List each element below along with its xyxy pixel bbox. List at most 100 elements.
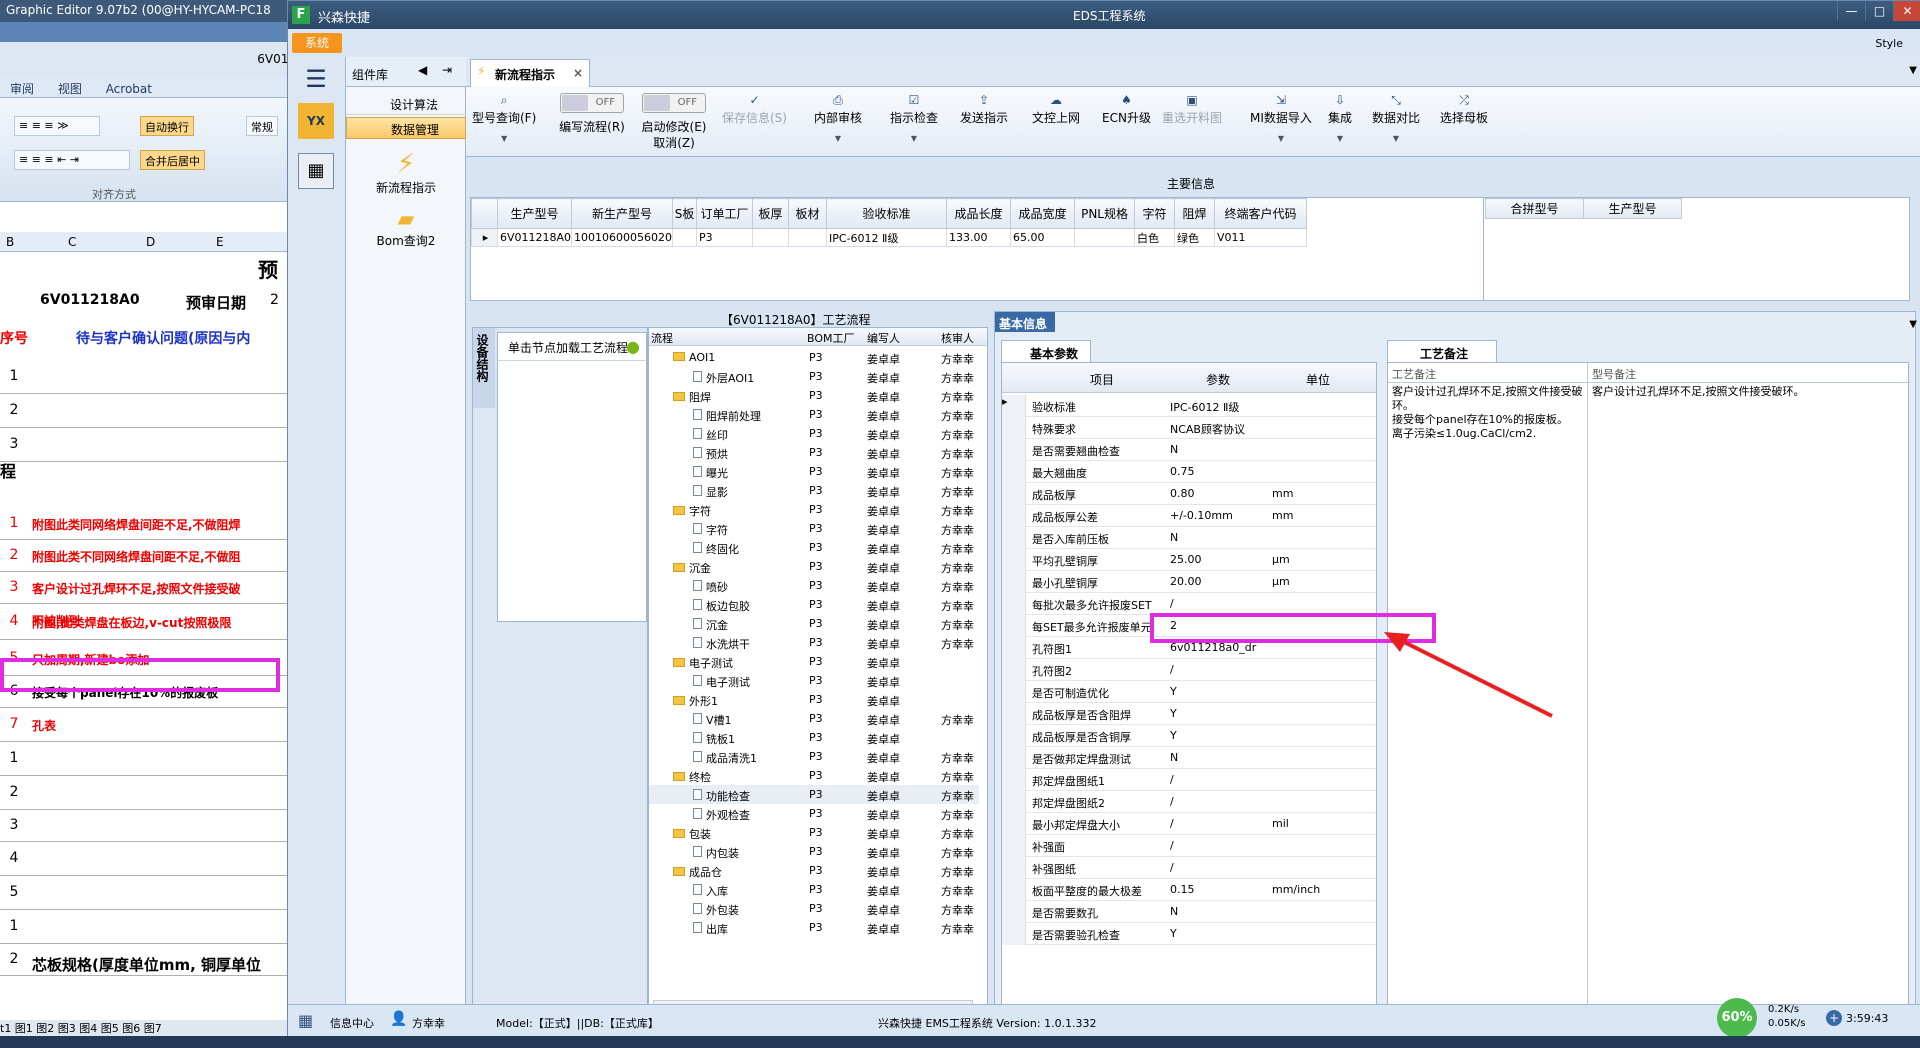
col-header[interactable]: 生产型号 [496,198,573,229]
col-header[interactable]: 板厚 [752,198,790,229]
tree-node[interactable]: 显影 [693,484,728,500]
col-header[interactable]: 成品宽度 [1010,198,1076,229]
param-value[interactable]: 0.15 [1170,883,1270,896]
tree-node[interactable]: V槽1 [693,712,732,728]
tree-row[interactable]: 成品仓 P3 姜卓卓 方幸幸 [649,861,979,880]
param-row[interactable]: 成品板厚 0.80 mm [1002,483,1376,505]
param-value[interactable]: / [1170,839,1270,852]
param-row[interactable]: 最小邦定焊盘大小 / mil [1002,813,1376,835]
tree-node[interactable]: 内包装 [693,845,739,861]
tree-node[interactable]: 板边包胶 [693,598,750,614]
chevron-down-icon[interactable]: ▼ [472,134,536,143]
chevron-down-icon[interactable]: ▼ [890,134,938,143]
param-row[interactable]: 孔符图2 / [1002,659,1376,681]
param-row[interactable]: 最小孔壁铜厚 20.00 μm [1002,571,1376,593]
main-info-cell[interactable] [1074,228,1136,247]
col-header[interactable]: 验收标准 [826,198,948,229]
param-value[interactable]: Y [1170,685,1270,698]
tree-node[interactable]: 包装 [673,826,711,842]
tree-row[interactable]: 功能检查 P3 姜卓卓 方幸幸 [649,785,979,804]
chevron-down-icon[interactable]: ▼ [1372,134,1420,143]
excel-row[interactable]: 3 [0,428,300,462]
param-row[interactable]: 补强面 / [1002,835,1376,857]
param-row[interactable]: 是否入库前压板 N [1002,527,1376,549]
tree-row[interactable]: 曝光 P3 姜卓卓 方幸幸 [649,462,979,481]
tree-row[interactable]: 入库 P3 姜卓卓 方幸幸 [649,880,979,899]
param-value[interactable]: N [1170,443,1270,456]
excel-tab-acrobat[interactable]: Acrobat [106,78,152,96]
excel-tab-view[interactable]: 视图 [58,76,82,97]
tree-node[interactable]: 水洗烘干 [693,636,750,652]
align-buttons-2[interactable]: ≡ ≡ ≡ ⇤ ⇥ [14,150,130,170]
param-row[interactable]: 特殊要求 NCAB顾客协议 [1002,417,1376,439]
toolbar-button-12[interactable]: ⤡ 数据对比 ▼ [1372,93,1420,143]
col-header[interactable]: 成品长度 [946,198,1012,229]
main-info-cell[interactable]: 白色 [1134,228,1176,247]
col-header[interactable]: 板材 [788,198,828,229]
nav-data-management[interactable]: 数据管理 [346,117,466,139]
tree-row[interactable]: 板边包胶 P3 姜卓卓 方幸幸 [649,595,979,614]
tree-row[interactable]: 沉金 P3 姜卓卓 方幸幸 [649,557,979,576]
col-header[interactable]: 订单工厂 [696,198,754,229]
toolbar-button-0[interactable]: ⌕ 型号查询(F) ▼ [472,93,536,143]
toolbar-button-9[interactable]: ▣ 重选开料图 [1162,93,1222,126]
yx-logo-icon[interactable]: YX [298,103,334,139]
toggle-switch[interactable]: OFF [560,93,624,113]
tab-dropdown-icon[interactable]: ▼ [1909,65,1917,76]
param-row[interactable]: 补强图纸 / [1002,857,1376,879]
main-info-cell[interactable]: 绿色 [1174,228,1216,247]
excel-row[interactable]: 5 [0,876,300,910]
tree-node[interactable]: 曝光 [693,465,728,481]
plus-icon[interactable]: + [1826,1010,1842,1026]
tree-node[interactable]: 阻焊 [673,389,711,405]
col-header[interactable]: S板 [672,198,698,229]
param-row[interactable]: 成品板厚是否含铜厚 Y [1002,725,1376,747]
tree-row[interactable]: 外包装 P3 姜卓卓 方幸幸 [649,899,979,918]
tree-node[interactable]: 喷砂 [693,579,728,595]
excel-sheet-tabs[interactable]: t1 图1 图2 图3 图4 图5 图6 图7 [0,1020,300,1036]
excel-row[interactable]: 1 [0,360,300,394]
excel-row[interactable]: 7 孔表 [0,708,300,742]
param-row[interactable]: 成品板厚公差 +/-0.10mm mm [1002,505,1376,527]
pin-icon[interactable]: ⇥ [442,63,452,77]
excel-row[interactable]: 3 客户设计过孔焊环不足,按照文件接受破 [0,572,300,604]
tab-close-icon[interactable]: × [573,66,583,80]
tree-node[interactable]: 外包装 [693,902,739,918]
nav-design-algorithm[interactable]: 设计算法 [346,93,466,115]
grid-icon[interactable]: ▦ [298,1011,313,1030]
param-row[interactable]: 每批次最多允许报废SET / [1002,593,1376,615]
chat-bubble-icon[interactable]: ● [626,337,640,356]
excel-formula-bar[interactable]: 6V011 [0,42,300,76]
number-format-select[interactable]: 常规 [246,116,278,136]
tree-node[interactable]: 铣板1 [693,731,735,747]
col-item[interactable]: 项目 [1090,371,1114,388]
tree-node[interactable]: 字符 [693,522,728,538]
main-info-cell[interactable]: 6V011218A0 [496,228,573,247]
tree-row[interactable]: 出库 P3 姜卓卓 方幸幸 [649,918,979,937]
tree-row[interactable]: 铣板1 P3 姜卓卓 [649,728,979,747]
param-value[interactable]: N [1170,905,1270,918]
toolbar-button-10[interactable]: ⇲ MI数据导入 ▼ [1250,93,1312,143]
param-row[interactable]: 成品板厚是否含阻焊 Y [1002,703,1376,725]
tree-row[interactable]: 终检 P3 姜卓卓 方幸幸 [649,766,979,785]
main-info-cell[interactable] [788,228,828,247]
tree-row[interactable]: 终固化 P3 姜卓卓 方幸幸 [649,538,979,557]
tree-row[interactable]: 阻焊前处理 P3 姜卓卓 方幸幸 [649,405,979,424]
excel-tab-review[interactable]: 审阅 [10,76,34,97]
param-value[interactable]: 0.80 [1170,487,1270,500]
tree-row[interactable]: 阻焊 P3 姜卓卓 方幸幸 [649,386,979,405]
tree-row[interactable]: 丝印 P3 姜卓卓 方幸幸 [649,424,979,443]
tree-node[interactable]: 阻焊前处理 [693,408,761,424]
tree-row[interactable]: 电子测试 P3 姜卓卓 [649,652,979,671]
tree-node[interactable]: 字符 [673,503,711,519]
param-row[interactable]: 是否需要数孔 N [1002,901,1376,923]
tree-row[interactable]: 成品清洗1 P3 姜卓卓 方幸幸 [649,747,979,766]
tree-row[interactable]: V槽1 P3 姜卓卓 方幸幸 [649,709,979,728]
tree-node[interactable]: 外观检查 [693,807,750,823]
merge-col-header[interactable]: 生产型号 [1583,198,1682,219]
param-row[interactable]: 平均孔壁铜厚 25.00 μm [1002,549,1376,571]
tree-row[interactable]: 字符 P3 姜卓卓 方幸幸 [649,519,979,538]
chevron-down-icon[interactable]: ▼ [814,134,862,143]
close-icon[interactable]: ✕ [1893,1,1920,21]
minimize-icon[interactable]: — [1837,1,1865,21]
